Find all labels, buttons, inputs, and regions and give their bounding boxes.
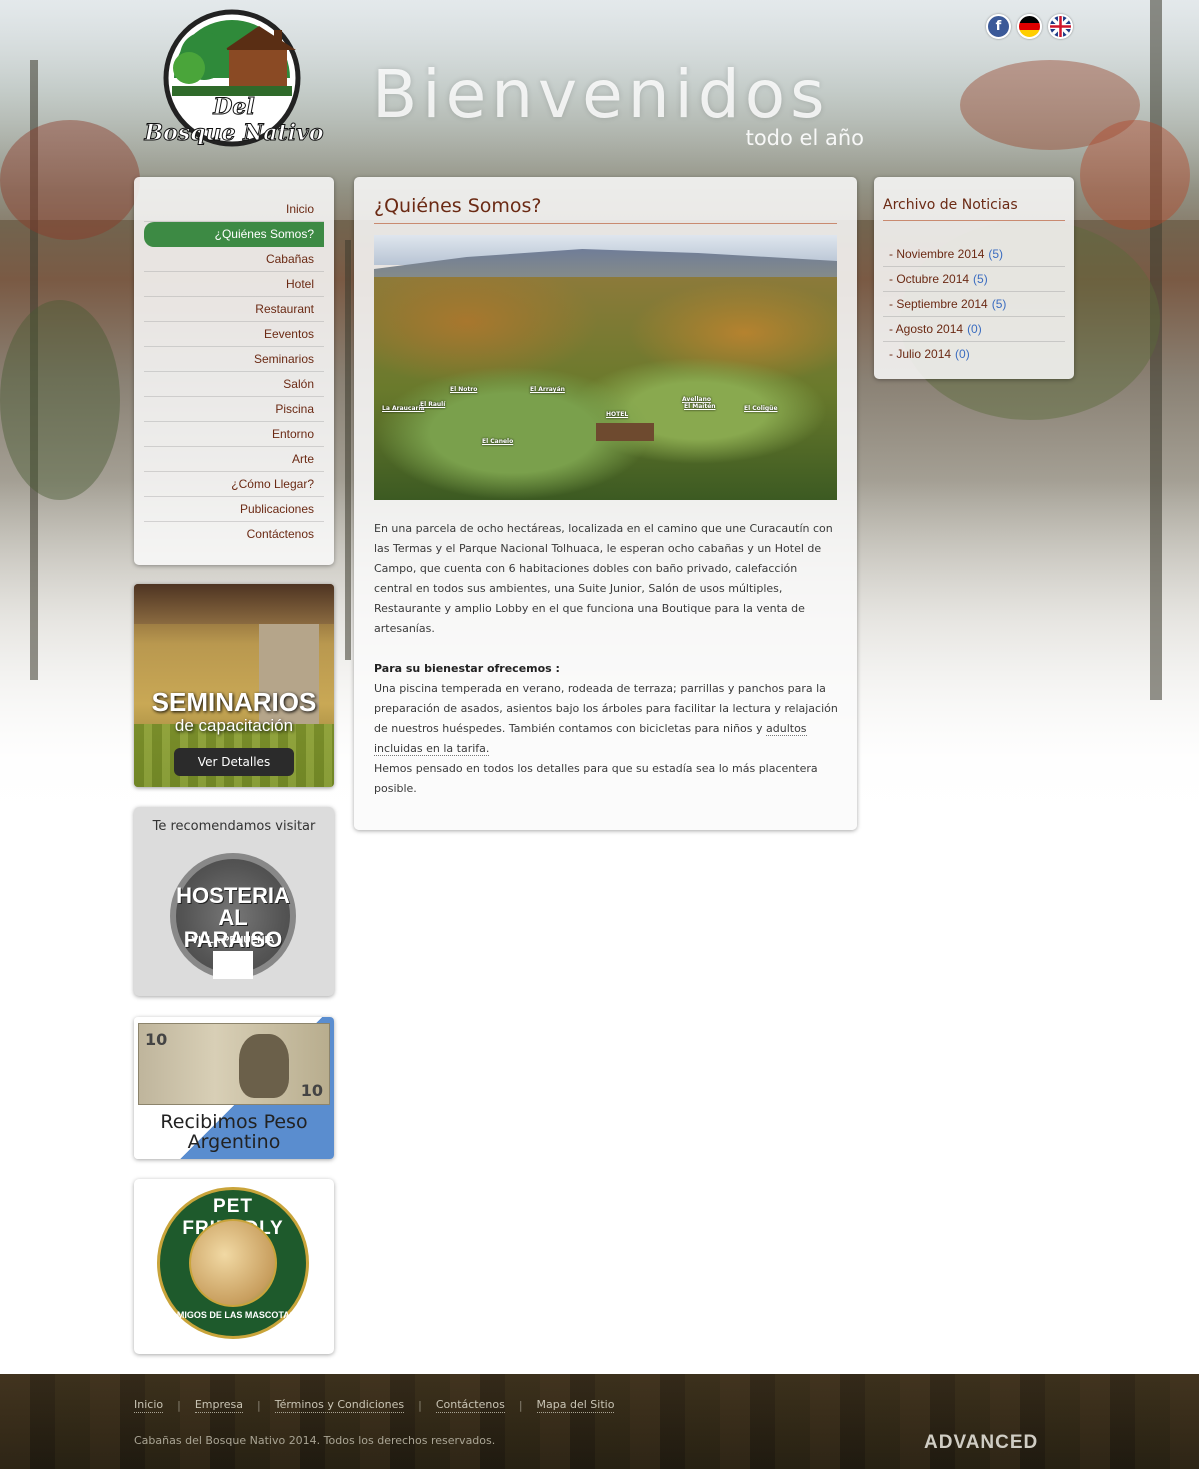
footer-link-empresa[interactable]: Empresa [194,1398,243,1413]
uk-flag-icon[interactable] [1048,14,1073,39]
news-archive-item[interactable]: - Octubre 2014 (5) [883,267,1065,292]
benefits-heading: Para su bienestar ofrecemos : [374,662,560,675]
news-archive-panel: Archivo de Noticias - Noviembre 2014 (5) … [874,177,1074,379]
nav-item-arte[interactable]: Arte [144,447,324,472]
benefits-paragraph: Una piscina temperada en verano, rodeada… [374,682,838,756]
hosteria-al-paraiso-logo[interactable]: HOSTERIA AL PARAISO VILLA PEHUENIA [170,853,296,979]
seminar-details-button[interactable]: Ver Detalles [174,748,294,776]
site-logo[interactable]: Del Bosque Nativo [134,8,334,156]
nav-item-quienes-somos[interactable]: ¿Quiénes Somos? [144,222,324,247]
page-title: ¿Quiénes Somos? [374,195,837,224]
recommendation-panel: Te recomendamos visitar HOSTERIA AL PARAI… [134,807,334,996]
news-archive-item[interactable]: - Septiembre 2014 (5) [883,292,1065,317]
news-archive-item[interactable]: - Agosto 2014 (0) [883,317,1065,342]
seminar-title: SEMINARIOS [151,687,317,717]
footer: Inicio | Empresa | Términos y Condicione… [0,1374,1199,1469]
seminar-subtitle: de capacitación [174,716,294,735]
copyright-text: Cabañas del Bosque Nativo 2014. Todos lo… [134,1434,496,1447]
welcome-subtitle: todo el año [745,126,864,150]
welcome-heading: Bienvenidos todo el año [372,56,872,150]
footer-link-contactenos[interactable]: Contáctenos [435,1398,505,1413]
closing-paragraph: Hemos pensado en todos los detalles para… [374,762,818,795]
nav-item-inicio[interactable]: Inicio [144,197,324,222]
footer-link-mapa-del-sitio[interactable]: Mapa del Sitio [536,1398,615,1413]
about-text: En una parcela de ocho hectáreas, locali… [374,519,839,799]
social-links: f [986,14,1073,39]
seminar-banner[interactable]: SEMINARIOS de capacitación Ver Detalles [134,584,334,787]
recommend-title: Te recomendamos visitar [152,819,316,834]
welcome-title: Bienvenidos [372,56,830,133]
aerial-photo: La Araucaria El Raulí El Notro El Arrayá… [374,235,837,500]
dog-image [189,1219,277,1307]
footer-links: Inicio | Empresa | Términos y Condicione… [134,1398,615,1413]
nav-item-publicaciones[interactable]: Publicaciones [144,497,324,522]
nav-item-restaurant[interactable]: Restaurant [144,297,324,322]
news-archive-title: Archivo de Noticias [883,197,1065,221]
nav-item-cabanas[interactable]: Cabañas [144,247,324,272]
pet-friendly-logo[interactable]: PET FRIENDLY AMIGOS DE LAS MASCOTAS [157,1187,309,1339]
main-content: ¿Quiénes Somos? La Araucaria El Raulí El… [354,177,857,830]
banknote-image: 10 10 [138,1023,330,1105]
peso-text: Recibimos Peso Argentino [160,1111,308,1153]
nav-item-piscina[interactable]: Piscina [144,397,324,422]
pet-friendly-panel: PET FRIENDLY AMIGOS DE LAS MASCOTAS [134,1179,334,1354]
news-archive-item[interactable]: - Julio 2014 (0) [883,342,1065,367]
main-navigation: Inicio ¿Quiénes Somos? Cabañas Hotel Res… [134,177,334,565]
about-paragraph: En una parcela de ocho hectáreas, locali… [374,522,833,635]
nav-item-salon[interactable]: Salón [144,372,324,397]
nav-item-contactenos[interactable]: Contáctenos [144,522,324,547]
logo-text: Del Bosque Nativo [144,94,324,147]
facebook-icon[interactable]: f [986,14,1011,39]
nav-item-hotel[interactable]: Hotel [144,272,324,297]
footer-link-inicio[interactable]: Inicio [134,1398,164,1413]
german-flag-icon[interactable] [1017,14,1042,39]
news-archive-item[interactable]: - Noviembre 2014 (5) [883,242,1065,267]
nav-item-seminarios[interactable]: Seminarios [144,347,324,372]
nav-item-eventos[interactable]: Eeventos [144,322,324,347]
advanced-brand-logo[interactable]: ADVANCED [924,1432,1038,1454]
nav-item-como-llegar[interactable]: ¿Cómo Llegar? [144,472,324,497]
nav-item-entorno[interactable]: Entorno [144,422,324,447]
peso-argentino-banner[interactable]: 10 10 Recibimos Peso Argentino [134,1017,334,1159]
footer-link-terminos[interactable]: Términos y Condiciones [274,1398,405,1413]
